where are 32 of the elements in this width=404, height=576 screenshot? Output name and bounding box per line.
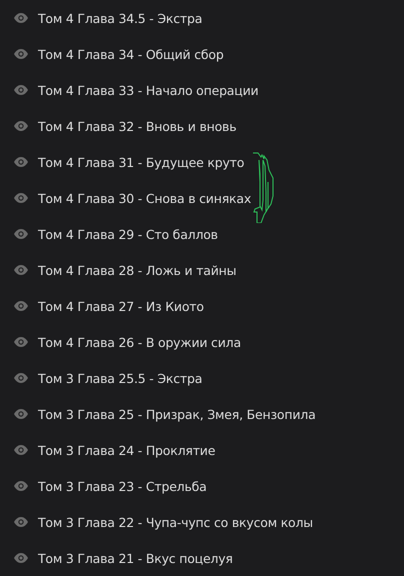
chapter-link[interactable]: Том 3 Глава 25 - Призрак, Змея, Бензопила xyxy=(38,406,316,422)
chapter-link[interactable]: Том 4 Глава 34 - Общий сбор xyxy=(38,46,224,62)
chapter-link[interactable]: Том 4 Глава 31 - Будущее круто xyxy=(38,154,244,170)
chapter-link[interactable]: Том 3 Глава 25.5 - Экстра xyxy=(38,370,202,386)
chapter-link[interactable]: Том 4 Глава 32 - Вновь и вновь xyxy=(38,118,236,134)
chapter-link[interactable]: Том 4 Глава 33 - Начало операции xyxy=(38,82,258,98)
chapter-link[interactable]: Том 3 Глава 21 - Вкус поцелуя xyxy=(38,550,233,566)
eye-icon xyxy=(14,265,28,275)
eye-icon xyxy=(14,229,28,239)
eye-icon xyxy=(14,481,28,491)
eye-icon xyxy=(14,85,28,95)
eye-icon xyxy=(14,13,28,23)
eye-icon xyxy=(14,157,28,167)
chapter-link[interactable]: Том 3 Глава 23 - Стрельба xyxy=(38,478,207,494)
eye-icon xyxy=(14,121,28,131)
chapter-link[interactable]: Том 4 Глава 26 - В оружии сила xyxy=(38,334,241,350)
chapter-link[interactable]: Том 4 Глава 28 - Ложь и тайны xyxy=(38,262,236,278)
eye-icon xyxy=(14,49,28,59)
eye-icon xyxy=(14,193,28,203)
chapter-link[interactable]: Том 4 Глава 34.5 - Экстра xyxy=(38,10,202,26)
eye-icon xyxy=(14,553,28,563)
chapter-link[interactable]: Том 4 Глава 29 - Сто баллов xyxy=(38,226,218,242)
eye-icon xyxy=(14,409,28,419)
eye-icon xyxy=(14,301,28,311)
eye-icon xyxy=(14,337,28,347)
chapter-link[interactable]: Том 3 Глава 22 - Чупа-чупс со вкусом колы xyxy=(38,514,313,530)
chapter-link[interactable]: Том 4 Глава 27 - Из Киото xyxy=(38,298,204,314)
eye-icon xyxy=(14,517,28,527)
eye-icon xyxy=(14,445,28,455)
chapter-link[interactable]: Том 4 Глава 30 - Снова в синяках xyxy=(38,190,252,206)
eye-icon xyxy=(14,373,28,383)
chapter-link[interactable]: Том 3 Глава 24 - Проклятие xyxy=(38,442,216,458)
